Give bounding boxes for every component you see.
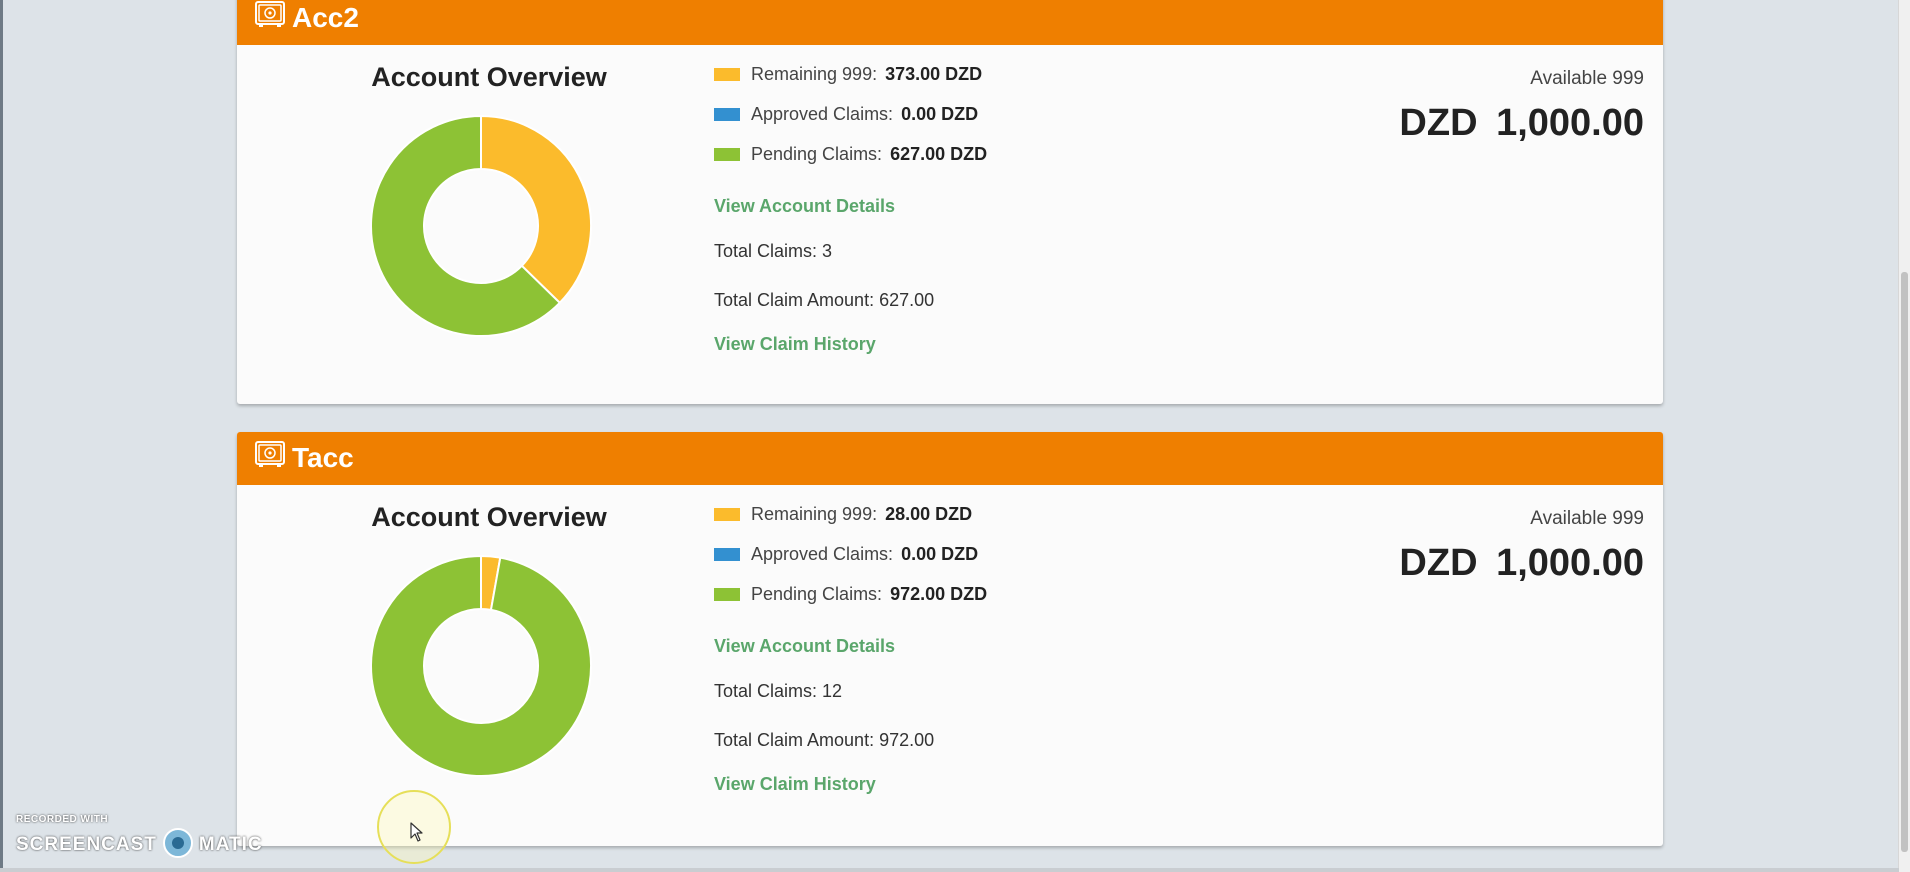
legend-swatch-remaining xyxy=(714,68,740,81)
available-label: Available 999 xyxy=(1530,68,1644,89)
legend-value: 0.00 DZD xyxy=(901,544,979,564)
total-claim-amount: Total Claim Amount: 627.00 xyxy=(714,290,935,310)
watermark-top-text: RECORDED WITH xyxy=(16,814,109,825)
total-claim-amount: Total Claim Amount: 972.00 xyxy=(714,730,935,750)
safe-icon xyxy=(255,1,285,27)
account-overview-title: Account Overview xyxy=(371,502,607,532)
account-donut-chart xyxy=(370,114,592,337)
legend-label: Approved Claims: xyxy=(751,104,894,124)
legend-value: 627.00 DZD xyxy=(890,144,988,164)
view-account-details-link[interactable]: View Account Details xyxy=(714,636,895,657)
legend-swatch-approved xyxy=(714,548,740,561)
watermark-right-text: MATIC xyxy=(198,834,263,856)
mouse-pointer-icon xyxy=(410,822,423,842)
legend-value: 373.00 DZD xyxy=(885,64,983,84)
scrollbar-thumb[interactable] xyxy=(1901,272,1908,852)
legend-swatch-pending xyxy=(714,148,740,161)
account-card-header: Acc2 xyxy=(237,0,1663,45)
view-claim-history-link[interactable]: View Claim History xyxy=(714,774,876,795)
account-name: Acc2 xyxy=(292,2,359,33)
donut-slice-pending-claims xyxy=(370,554,592,777)
legend-label: Pending Claims: xyxy=(751,144,883,164)
account-donut-chart xyxy=(370,554,592,777)
legend-swatch-remaining xyxy=(714,508,740,521)
account-name: Tacc xyxy=(292,442,354,473)
available-amount: DZD 1,000.00 xyxy=(1399,542,1644,584)
bottom-edge xyxy=(0,868,1899,872)
legend-label: Approved Claims: xyxy=(751,544,894,564)
account-card-acc2: Acc2 Account Overview Remaining 999: 373.… xyxy=(237,0,1663,404)
view-claim-history-link[interactable]: View Claim History xyxy=(714,334,876,355)
account-card-header: Tacc xyxy=(237,432,1663,485)
legend-swatch-pending xyxy=(714,588,740,601)
donut-slice-remaining-999 xyxy=(480,114,592,305)
legend-value: 28.00 DZD xyxy=(885,504,973,524)
total-claims: Total Claims: 12 xyxy=(714,681,843,701)
available-amount: DZD 1,000.00 xyxy=(1399,102,1644,144)
legend-swatch-approved xyxy=(714,108,740,121)
account-card-tacc: Tacc Account Overview Remaining 999: 28.0… xyxy=(237,432,1663,846)
vertical-scrollbar[interactable] xyxy=(1898,0,1910,872)
account-overview-title: Account Overview xyxy=(371,62,607,92)
legend-value: 0.00 DZD xyxy=(901,104,979,124)
screencast-logo-icon xyxy=(162,828,193,858)
view-account-details-link[interactable]: View Account Details xyxy=(714,196,895,217)
legend-label: Pending Claims: xyxy=(751,584,883,604)
safe-icon xyxy=(255,441,285,467)
total-claims: Total Claims: 3 xyxy=(714,241,833,261)
available-label: Available 999 xyxy=(1530,508,1644,529)
legend-label: Remaining 999: xyxy=(751,504,878,524)
legend-label: Remaining 999: xyxy=(751,64,878,84)
window-left-edge xyxy=(0,0,3,872)
watermark-left-text: SCREENCAST xyxy=(16,834,157,856)
legend-value: 972.00 DZD xyxy=(890,584,988,604)
